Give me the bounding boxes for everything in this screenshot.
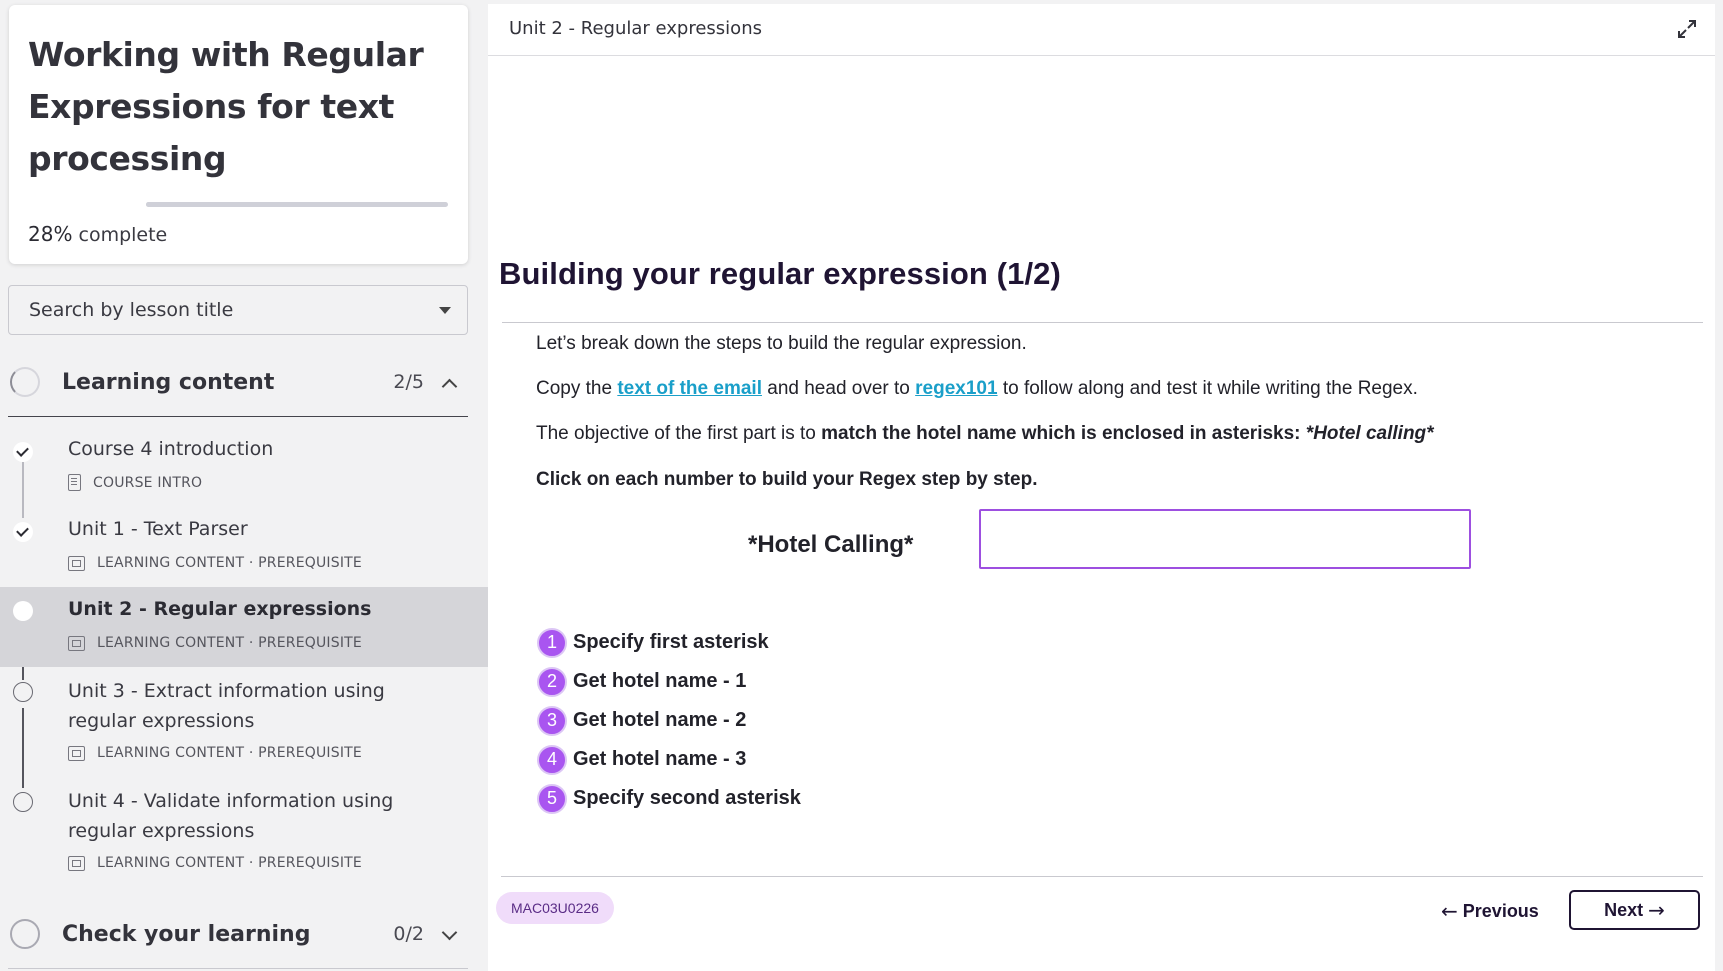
section-count: 0/2	[393, 923, 424, 945]
instructions-paragraph: Copy the text of the email and head over…	[536, 378, 1418, 400]
current-lesson-dot-icon	[13, 601, 33, 621]
step-number-badge: 1	[537, 627, 567, 658]
lesson-item-unit-1[interactable]: Unit 1 - Text Parser LEARNING CONTENT · …	[0, 514, 488, 584]
section-label: Check your learning	[62, 921, 311, 947]
lesson-meta: LEARNING CONTENT · PREREQUISITE	[68, 855, 362, 871]
objective-example-text: *Hotel calling*	[1305, 423, 1434, 444]
lesson-meta-text: LEARNING CONTENT · PREREQUISITE	[97, 855, 362, 871]
lesson-search-select[interactable]: Search by lesson title	[8, 285, 468, 335]
lesson-meta-text: LEARNING CONTENT · PREREQUISITE	[97, 635, 362, 651]
slides-icon	[68, 855, 85, 871]
step-label: Get hotel name - 2	[573, 709, 747, 731]
lesson-meta: LEARNING CONTENT · PREREQUISITE	[68, 745, 362, 761]
progress-percent: 28%	[28, 222, 73, 246]
course-card: Working with Regular Expressions for tex…	[9, 5, 468, 264]
course-sidebar: Working with Regular Expressions for tex…	[0, 0, 488, 971]
step-2-button[interactable]: 2 Get hotel name - 1	[537, 662, 801, 701]
lesson-meta-text: COURSE INTRO	[93, 474, 203, 491]
step-label: Get hotel name - 3	[573, 748, 747, 770]
section-learning-content[interactable]: Learning content 2/5	[8, 357, 468, 407]
content-code-badge: MAC03U0226	[496, 892, 614, 924]
step-label: Specify second asterisk	[573, 787, 801, 809]
lesson-item-unit-2[interactable]: Unit 2 - Regular expressions LEARNING CO…	[0, 587, 488, 667]
expand-icon[interactable]	[1676, 18, 1698, 40]
step-3-button[interactable]: 3 Get hotel name - 2	[537, 701, 801, 740]
step-label: Specify first asterisk	[573, 631, 769, 653]
section-count: 2/5	[393, 371, 424, 393]
lesson-meta-text: LEARNING CONTENT · PREREQUISITE	[97, 745, 362, 761]
previous-label: Previous	[1462, 900, 1539, 921]
lesson-title: Course 4 introduction	[68, 438, 274, 460]
text-segment: to follow along and test it while writin…	[997, 378, 1418, 399]
not-started-circle-icon	[13, 792, 33, 812]
previous-button[interactable]: ← Previous	[1433, 894, 1547, 928]
step-1-button[interactable]: 1 Specify first asterisk	[537, 623, 801, 662]
step-label: Get hotel name - 1	[573, 670, 747, 692]
click-instructions: Click on each number to build your Regex…	[536, 469, 1038, 490]
course-title: Working with Regular Expressions for tex…	[28, 35, 424, 178]
text-segment: The objective of the first part is to	[536, 423, 822, 444]
objective-bold-text: match the hotel name which is enclosed i…	[821, 423, 1306, 444]
regex101-link[interactable]: regex101	[915, 378, 997, 399]
step-number-badge: 5	[537, 783, 567, 814]
slides-icon	[68, 555, 85, 571]
section-progress-ring-icon	[10, 919, 40, 949]
email-text-link[interactable]: text of the email	[617, 378, 762, 399]
text-segment: Copy the	[536, 378, 618, 399]
page-heading: Building your regular expression (1/2)	[499, 256, 1061, 291]
lesson-item-unit-4[interactable]: Unit 4 - Validate information using regu…	[0, 786, 488, 886]
section-progress-ring-icon	[10, 367, 40, 397]
hotel-calling-sample: *Hotel Calling*	[748, 531, 914, 558]
section-divider	[8, 968, 468, 969]
lesson-search-placeholder: Search by lesson title	[29, 299, 234, 321]
slides-icon	[68, 745, 85, 761]
step-number-badge: 4	[537, 744, 567, 775]
course-progress-bar	[146, 202, 448, 207]
unit-title: Unit 2 - Regular expressions	[509, 18, 762, 39]
chevron-up-icon[interactable]	[442, 375, 456, 389]
document-icon	[68, 474, 81, 491]
step-4-button[interactable]: 4 Get hotel name - 3	[537, 740, 801, 779]
regex-answer-box	[979, 509, 1471, 569]
progress-suffix: complete	[72, 224, 168, 246]
lesson-title: Unit 1 - Text Parser	[68, 518, 248, 540]
footer-divider	[501, 876, 1703, 877]
heading-divider	[502, 322, 1703, 323]
lesson-title: Unit 2 - Regular expressions	[68, 598, 372, 620]
not-started-circle-icon	[13, 682, 33, 702]
section-label: Learning content	[62, 369, 275, 395]
next-button[interactable]: Next →	[1569, 890, 1700, 930]
intro-paragraph: Let’s break down the steps to build the …	[536, 333, 1027, 354]
arrow-left-icon: ←	[1441, 899, 1458, 923]
step-number-badge: 2	[537, 666, 567, 697]
lesson-item-course-intro[interactable]: Course 4 introduction COURSE INTRO	[0, 434, 488, 504]
section-check-your-learning[interactable]: Check your learning 0/2	[8, 909, 468, 959]
step-5-button[interactable]: 5 Specify second asterisk	[537, 779, 801, 818]
lesson-meta: LEARNING CONTENT · PREREQUISITE	[68, 555, 362, 571]
step-number-badge: 3	[537, 705, 567, 736]
lesson-item-unit-3[interactable]: Unit 3 - Extract information using regul…	[0, 676, 488, 776]
chevron-down-icon[interactable]	[442, 927, 456, 941]
lesson-meta: LEARNING CONTENT · PREREQUISITE	[68, 635, 362, 651]
check-icon	[13, 442, 33, 462]
next-label: Next	[1604, 899, 1644, 920]
lesson-content-panel: Unit 2 - Regular expressions Building yo…	[488, 4, 1715, 971]
progress-text: 28% complete	[28, 222, 167, 246]
course-progress-fill	[146, 202, 231, 207]
lesson-meta: COURSE INTRO	[68, 474, 202, 491]
lesson-meta-text: LEARNING CONTENT · PREREQUISITE	[97, 555, 362, 571]
text-segment: and head over to	[761, 378, 916, 399]
regex-steps-list: 1 Specify first asterisk 2 Get hotel name …	[537, 623, 801, 818]
check-icon	[13, 522, 33, 542]
lesson-title: Unit 4 - Validate information using regu…	[68, 790, 394, 842]
objective-paragraph: The objective of the first part is to ma…	[536, 423, 1434, 445]
arrow-right-icon: →	[1648, 898, 1665, 922]
lesson-title: Unit 3 - Extract information using regul…	[68, 680, 385, 732]
section-divider	[8, 416, 468, 417]
content-topbar: Unit 2 - Regular expressions	[488, 4, 1715, 56]
caret-down-icon	[439, 307, 451, 314]
slides-icon	[68, 635, 85, 651]
